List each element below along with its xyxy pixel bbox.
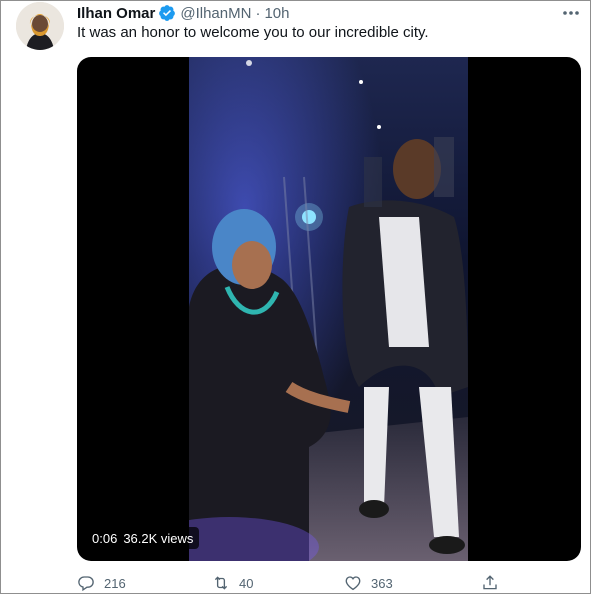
share-button[interactable] <box>481 571 508 595</box>
video-frame <box>189 57 468 561</box>
tweet-header: Ilhan Omar @IlhanMN · 10h <box>77 2 289 24</box>
user-handle[interactable]: @IlhanMN <box>180 5 251 22</box>
retweet-icon <box>214 576 228 590</box>
video-player[interactable]: 0:06 36.2K views <box>77 57 581 561</box>
video-views: 36.2K views <box>123 530 194 546</box>
tweet-text: It was an honor to welcome you to our in… <box>77 24 429 41</box>
avatar[interactable] <box>16 2 64 50</box>
reply-count: 216 <box>104 575 126 591</box>
tweet-timestamp[interactable]: 10h <box>264 5 289 22</box>
more-options-icon[interactable] <box>560 5 582 21</box>
video-still <box>189 57 468 561</box>
retweet-button[interactable]: 40 <box>212 571 253 595</box>
reply-button[interactable]: 216 <box>77 571 126 595</box>
share-icon <box>483 575 497 590</box>
video-stats-overlay: 0:06 36.2K views <box>86 527 200 549</box>
heart-icon <box>345 576 361 591</box>
reply-icon <box>78 576 94 592</box>
tweet-card: Ilhan Omar @IlhanMN · 10h It was an hono… <box>0 0 591 594</box>
like-count: 363 <box>371 575 393 591</box>
separator-dot: · <box>255 4 261 22</box>
verified-badge-icon <box>158 4 176 22</box>
display-name[interactable]: Ilhan Omar <box>77 5 155 22</box>
like-button[interactable]: 363 <box>344 571 393 595</box>
retweet-count: 40 <box>239 575 254 591</box>
avatar-image <box>16 2 64 50</box>
video-duration: 0:06 <box>92 530 118 546</box>
tweet-actions: 216 40 363 <box>77 571 547 595</box>
